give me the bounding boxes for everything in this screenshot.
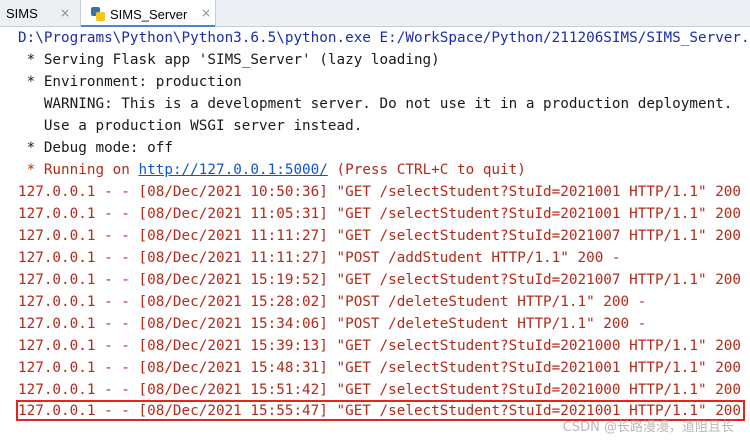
console-info-line: * Serving Flask app 'SIMS_Server' (lazy …	[18, 52, 440, 68]
tab-sims-label: SIMS	[6, 6, 38, 21]
console-log-line: 127.0.0.1 - - [08/Dec/2021 15:48:31] "GE…	[18, 360, 750, 376]
run-console[interactable]: D:\Programs\Python\Python3.6.5\python.ex…	[0, 27, 750, 443]
tab-sims-server-label: SIMS_Server	[110, 6, 188, 22]
tab-sims-server[interactable]: SIMS_Server ×	[80, 0, 216, 28]
console-info-line: * Debug mode: off	[18, 140, 173, 156]
watermark: CSDN @长路漫漫，道阻且长	[562, 420, 734, 435]
console-log-line: 127.0.0.1 - - [08/Dec/2021 11:11:27] "GE…	[18, 228, 750, 244]
console-log-line: 127.0.0.1 - - [08/Dec/2021 15:34:06] "PO…	[18, 316, 647, 332]
running-suffix: (Press CTRL+C to quit)	[327, 162, 526, 178]
console-log-line: 127.0.0.1 - - [08/Dec/2021 11:05:31] "GE…	[18, 206, 750, 222]
console-warning-line: Use a production WSGI server instead.	[18, 118, 363, 134]
editor-tab-bar: SIMS × SIMS_Server ×	[0, 0, 750, 28]
server-url-link[interactable]: http://127.0.0.1:5000/	[139, 162, 328, 178]
console-warning-line: WARNING: This is a development server. D…	[18, 96, 733, 112]
console-info-line: * Environment: production	[18, 74, 242, 90]
console-log-line: 127.0.0.1 - - [08/Dec/2021 15:19:52] "GE…	[18, 272, 750, 288]
console-log-line: 127.0.0.1 - - [08/Dec/2021 10:50:36] "GE…	[18, 184, 750, 200]
python-file-icon	[91, 7, 105, 21]
console-log-line: 127.0.0.1 - - [08/Dec/2021 15:51:42] "GE…	[18, 382, 750, 398]
running-prefix: * Running on	[18, 162, 139, 178]
console-command-line: D:\Programs\Python\Python3.6.5\python.ex…	[18, 30, 750, 46]
console-log-line: 127.0.0.1 - - [08/Dec/2021 11:11:27] "PO…	[18, 250, 621, 266]
tab-sims[interactable]: SIMS ×	[0, 0, 78, 27]
console-running-line: * Running on http://127.0.0.1:5000/ (Pre…	[18, 159, 526, 181]
tab-sims-server-close-icon[interactable]: ×	[201, 6, 211, 20]
console-log-line: 127.0.0.1 - - [08/Dec/2021 15:28:02] "PO…	[18, 294, 647, 310]
tab-sims-close-icon[interactable]: ×	[60, 6, 70, 20]
console-log-line: 127.0.0.1 - - [08/Dec/2021 15:39:13] "GE…	[18, 338, 750, 354]
